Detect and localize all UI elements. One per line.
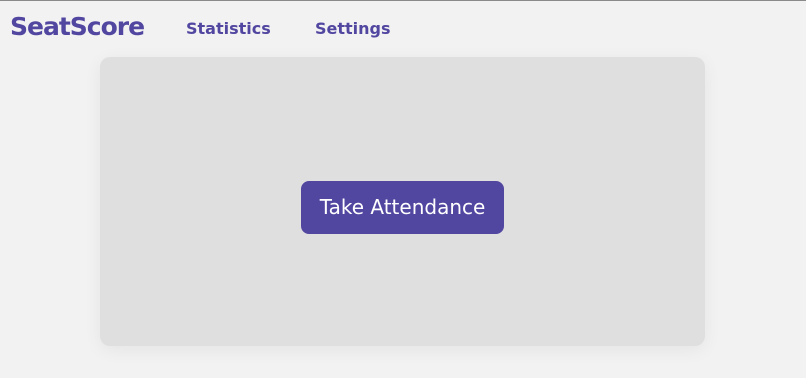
nav-link-statistics[interactable]: Statistics <box>186 19 271 39</box>
main-card: Take Attendance <box>100 57 705 346</box>
take-attendance-button[interactable]: Take Attendance <box>301 181 504 234</box>
app-logo[interactable]: SeatScore <box>10 12 145 42</box>
top-navbar: SeatScore Statistics Settings <box>0 1 806 57</box>
nav-link-settings[interactable]: Settings <box>315 19 391 39</box>
